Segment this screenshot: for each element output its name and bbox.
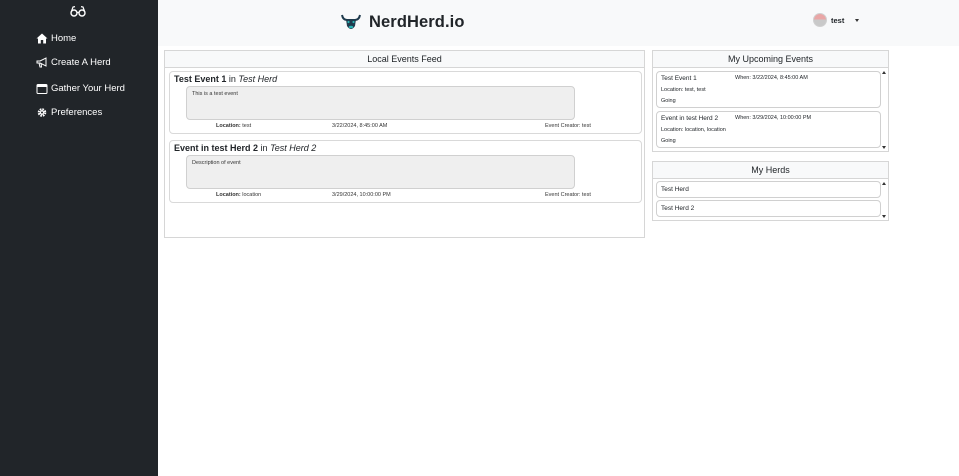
brand-name: NerdHerd.io — [369, 12, 465, 31]
upcoming-event-item[interactable]: Event in test Herd 2 When: 3/29/2024, 10… — [656, 111, 881, 148]
herd-item[interactable]: Test Herd — [656, 181, 881, 198]
event-creator-label: Event Creator: — [545, 192, 581, 198]
event-title: Test Event 1 in Test Herd — [174, 74, 277, 84]
upcoming-event-location: Location: test, test — [661, 87, 706, 93]
sidebar-item-label: Create A Herd — [51, 57, 111, 68]
feed-title: Local Events Feed — [165, 51, 644, 68]
event-card[interactable]: Test Event 1 in Test Herd This is a test… — [169, 71, 642, 134]
bull-head-icon — [341, 14, 361, 29]
event-datetime: 3/22/2024, 8:45:00 AM — [332, 123, 388, 129]
event-location-value: location — [242, 192, 262, 198]
herds-title: My Herds — [653, 162, 888, 179]
upcoming-event-when: When: 3/22/2024, 8:45:00 AM — [735, 75, 808, 81]
avatar — [813, 13, 827, 27]
brand[interactable]: NerdHerd.io — [340, 11, 465, 33]
event-herd: Test Herd 2 — [270, 143, 317, 153]
sidebar-item-create-herd[interactable]: Create A Herd — [36, 57, 111, 68]
local-events-feed: Local Events Feed Test Event 1 in Test H… — [164, 50, 645, 238]
event-name: Test Event 1 — [174, 74, 227, 84]
upcoming-event-name: Test Event 1 — [661, 75, 697, 82]
scroll-up-icon[interactable] — [882, 71, 886, 74]
scrollbar[interactable] — [881, 180, 888, 220]
event-location: Location: test — [216, 123, 251, 129]
scroll-up-icon[interactable] — [882, 182, 886, 185]
sidebar-item-home[interactable]: Home — [36, 33, 76, 44]
upcoming-event-status: Going — [661, 138, 676, 144]
event-card[interactable]: Event in test Herd 2 in Test Herd 2 Desc… — [169, 140, 642, 203]
scroll-down-icon[interactable] — [882, 215, 886, 218]
scrollbar[interactable] — [881, 69, 888, 151]
sidebar-item-label: Home — [51, 33, 77, 44]
sidebar-item-gather-herd[interactable]: Gather Your Herd — [36, 83, 125, 94]
event-in: in — [260, 143, 268, 153]
event-creator-value: test — [582, 192, 591, 198]
chevron-down-icon — [855, 18, 860, 22]
event-herd: Test Herd — [238, 74, 278, 84]
event-name: Event in test Herd 2 — [174, 143, 259, 153]
event-location-label: Location: — [216, 123, 241, 129]
upcoming-title: My Upcoming Events — [653, 51, 888, 68]
event-title: Event in test Herd 2 in Test Herd 2 — [174, 143, 316, 153]
event-datetime: 3/29/2024, 10:00:00 PM — [332, 192, 391, 198]
upcoming-event-item[interactable]: Test Event 1 When: 3/22/2024, 8:45:00 AM… — [656, 71, 881, 108]
calendar-icon — [36, 84, 48, 94]
event-creator-label: Event Creator: — [545, 123, 581, 129]
event-location-label: Location: — [216, 192, 241, 198]
event-location-value: test — [242, 123, 252, 129]
event-location: Location: location — [216, 192, 261, 198]
sidebar-item-label: Preferences — [51, 107, 103, 118]
upcoming-event-when: When: 3/29/2024, 10:00:00 PM — [735, 115, 812, 121]
top-navbar: NerdHerd.io test — [158, 0, 959, 46]
gear-icon — [37, 108, 47, 117]
event-description: This is a test event — [186, 86, 575, 120]
glasses-icon — [70, 6, 86, 17]
user-menu[interactable]: test — [813, 13, 860, 27]
event-creator: Event Creator: test — [545, 192, 591, 198]
sidebar-item-preferences[interactable]: Preferences — [36, 107, 102, 118]
my-herds-panel: My Herds Test Herd Test Herd 2 — [652, 161, 889, 221]
event-description: Description of event — [186, 155, 575, 189]
event-creator-value: test — [582, 123, 591, 129]
scroll-down-icon[interactable] — [882, 146, 886, 149]
home-icon — [36, 33, 48, 44]
upcoming-event-name: Event in test Herd 2 — [661, 115, 719, 122]
username: test — [831, 15, 845, 25]
upcoming-event-location: Location: location, location — [661, 127, 726, 133]
megaphone-icon — [36, 57, 47, 68]
sidebar: Home Create A Herd Gather Your Herd Pref… — [0, 0, 158, 476]
upcoming-event-status: Going — [661, 98, 676, 104]
event-creator: Event Creator: test — [545, 123, 591, 129]
herd-item[interactable]: Test Herd 2 — [656, 200, 881, 217]
upcoming-events-panel: My Upcoming Events Test Event 1 When: 3/… — [652, 50, 889, 152]
sidebar-item-label: Gather Your Herd — [51, 83, 125, 94]
event-in: in — [228, 74, 236, 84]
